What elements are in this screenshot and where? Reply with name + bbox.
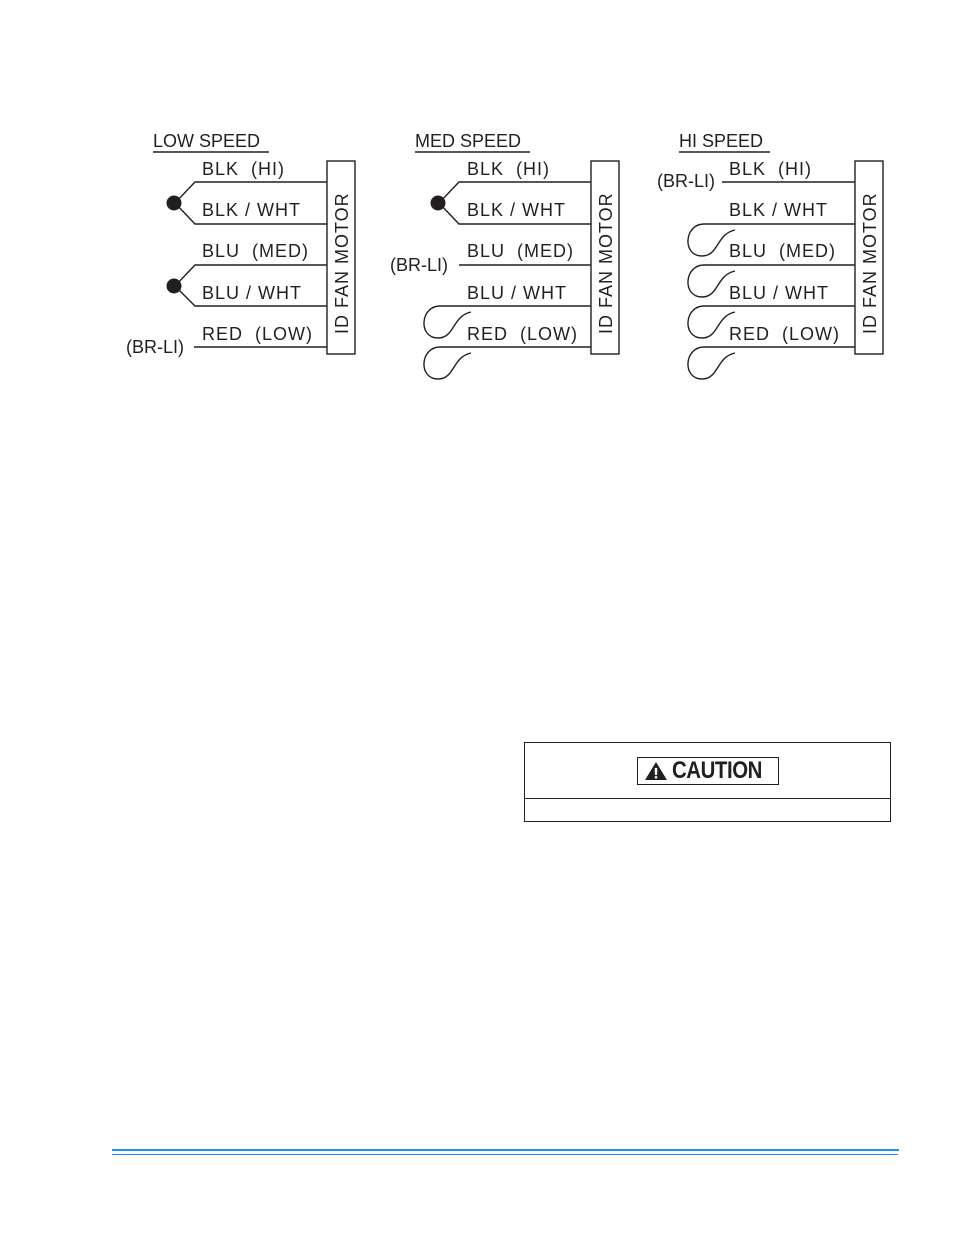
hi-speed-diagram: HI SPEED ID FAN MOTOR BLK (HI) BLK / WHT… xyxy=(657,131,884,380)
hi-motor-label: ID FAN MOTOR xyxy=(860,192,880,334)
med-wire-red-low: RED (LOW) xyxy=(467,324,578,344)
low-wire-blu-wht: BLU / WHT xyxy=(202,283,302,303)
caution-label: CAUTION xyxy=(636,756,779,785)
hi-speed-title: HI SPEED xyxy=(679,131,763,151)
caution-header: CAUTION xyxy=(525,743,890,799)
hi-wire-blk-hi: BLK (HI) xyxy=(729,159,812,179)
med-wire-blk-hi: BLK (HI) xyxy=(467,159,550,179)
hi-capped-red xyxy=(687,346,855,380)
med-speed-diagram: MED SPEED ID FAN MOTOR BLK (HI) BLK / WH… xyxy=(390,131,620,380)
low-wire-red-low: RED (LOW) xyxy=(202,324,313,344)
med-wire-blk-wht: BLK / WHT xyxy=(467,200,566,220)
med-motor-label: ID FAN MOTOR xyxy=(596,192,616,334)
hi-wire-blk-wht: BLK / WHT xyxy=(729,200,828,220)
low-wire-blk-hi: BLK (HI) xyxy=(202,159,285,179)
caution-text: CAUTION xyxy=(671,756,762,784)
low-wire-blk-wht: BLK / WHT xyxy=(202,200,301,220)
low-splice-dot-blk xyxy=(166,195,182,211)
med-splice-dot-blk xyxy=(430,195,446,211)
hi-wire-blu-wht: BLU / WHT xyxy=(729,283,829,303)
med-capped-red xyxy=(423,346,591,380)
low-connection-label: (BR-LI) xyxy=(126,337,184,357)
low-splice-dot-blu xyxy=(166,278,182,294)
low-speed-diagram: LOW SPEED ID FAN MOTOR BLK (HI) BLK / WH… xyxy=(126,131,356,357)
hi-wire-blu-med: BLU (MED) xyxy=(729,241,836,261)
warning-triangle-icon xyxy=(644,761,667,780)
med-wire-blu-med: BLU (MED) xyxy=(467,241,574,261)
hi-wire-red-low: RED (LOW) xyxy=(729,324,840,344)
low-speed-title: LOW SPEED xyxy=(153,131,260,151)
med-connection-label: (BR-LI) xyxy=(390,255,448,275)
wiring-diagrams: LOW SPEED ID FAN MOTOR BLK (HI) BLK / WH… xyxy=(126,131,884,380)
med-speed-title: MED SPEED xyxy=(415,131,521,151)
footer-rule-thick xyxy=(112,1149,899,1151)
low-wire-blu-med: BLU (MED) xyxy=(202,241,309,261)
low-motor-label: ID FAN MOTOR xyxy=(332,192,352,334)
caution-box: CAUTION xyxy=(524,742,891,822)
hi-connection-label: (BR-LI) xyxy=(657,171,715,191)
footer-rule-thin xyxy=(112,1154,898,1155)
med-wire-blu-wht: BLU / WHT xyxy=(467,283,567,303)
